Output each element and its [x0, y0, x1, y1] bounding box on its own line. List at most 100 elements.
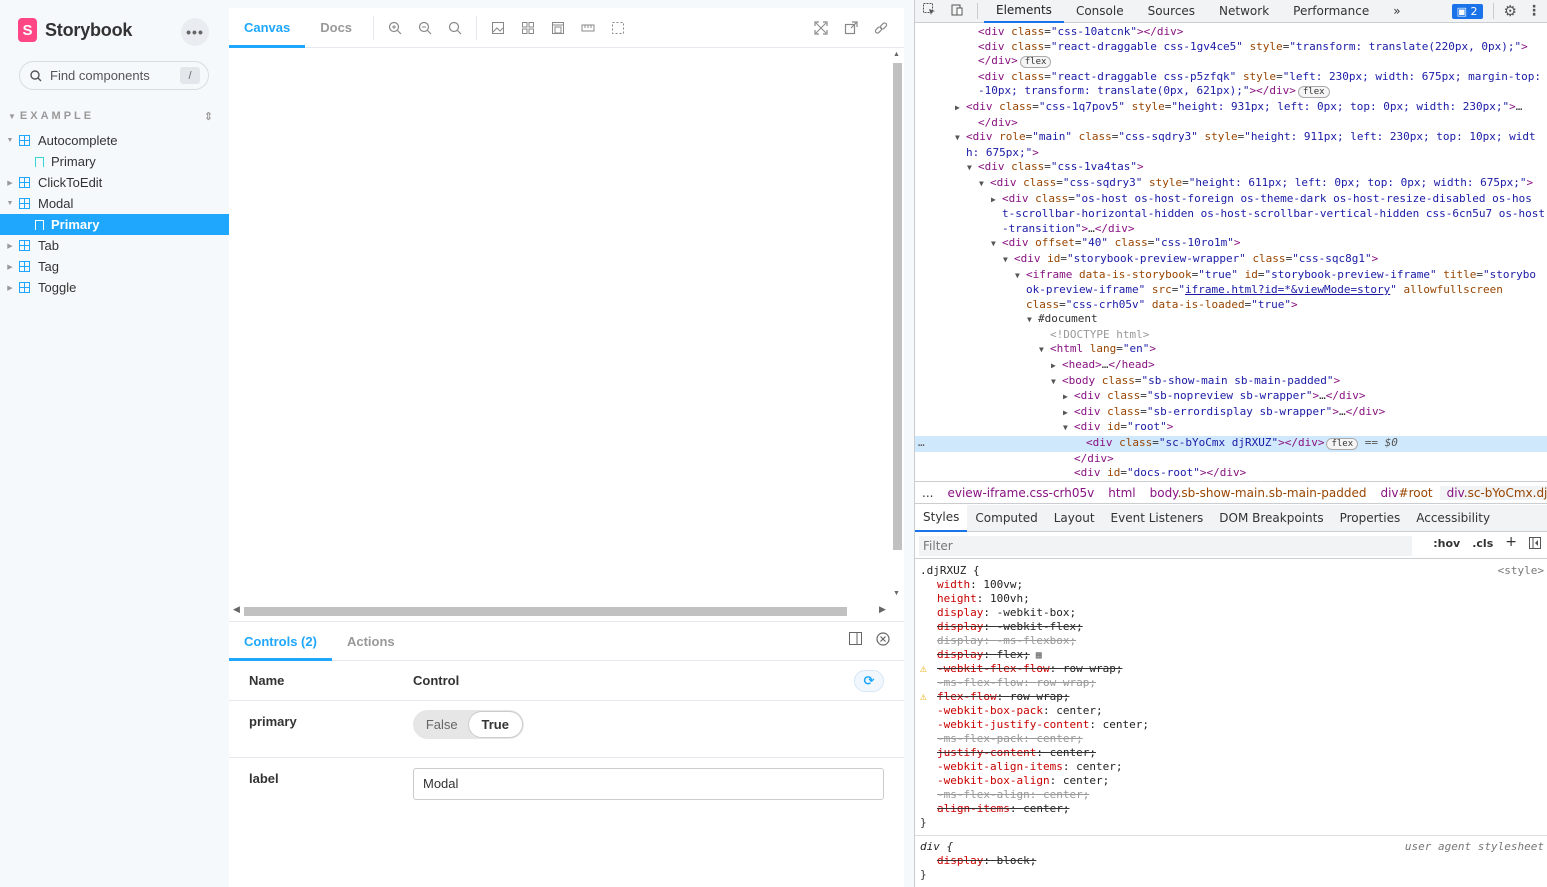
story-canvas[interactable]: ▲ ▼ ◀ ▶	[229, 48, 904, 621]
breadcrumb-item[interactable]: div#root	[1373, 486, 1439, 500]
dom-node[interactable]: ▼ <div id="storybook-preview-wrapper" cla…	[915, 252, 1547, 268]
hover-state-toggle[interactable]: :hov	[1433, 537, 1460, 552]
css-declaration[interactable]: height: 100vh;	[915, 592, 1547, 606]
dom-node[interactable]: h: 675px;">	[915, 146, 1547, 161]
property-name[interactable]: display	[937, 620, 983, 633]
property-value[interactable]: flex;	[997, 648, 1030, 661]
class-toggle[interactable]: .cls	[1472, 537, 1493, 552]
dom-node[interactable]: ▼ <div id="root">	[915, 420, 1547, 436]
scrollbar-thumb[interactable]	[893, 63, 902, 550]
grid-icon[interactable]	[513, 13, 543, 43]
property-name[interactable]: -ms-flex-align	[937, 788, 1030, 801]
devtools-tab-performance[interactable]: Performance	[1281, 0, 1381, 23]
expand-right-icon[interactable]: ▶	[1051, 359, 1062, 374]
expand-down-icon[interactable]: ▼	[991, 237, 1002, 252]
scroll-up-icon[interactable]: ▲	[893, 51, 900, 58]
sidebar-component-item[interactable]: ▼ Modal	[0, 193, 229, 214]
expand-collapse-icon[interactable]: ⇕	[204, 110, 213, 123]
dom-node[interactable]: <div class="react-draggable css-p5zfqk" …	[915, 70, 1547, 85]
styles-subtab-layout[interactable]: Layout	[1046, 505, 1103, 532]
open-new-tab-icon[interactable]	[836, 13, 866, 43]
dom-node[interactable]: </div>	[915, 116, 1547, 131]
property-name[interactable]: justify-content	[937, 746, 1036, 759]
scroll-right-icon[interactable]: ▶	[879, 604, 886, 615]
reset-controls-button[interactable]: ⟳	[854, 670, 884, 692]
property-name[interactable]: -webkit-align-items	[937, 760, 1063, 773]
property-value[interactable]: 100vw;	[983, 578, 1023, 591]
dom-node[interactable]: ▼ #document	[915, 312, 1547, 328]
property-name[interactable]: display	[937, 854, 983, 867]
breadcrumb-item[interactable]: html	[1101, 486, 1142, 500]
dom-node[interactable]: ▼ <iframe data-is-storybook="true" id="st…	[915, 268, 1547, 284]
new-rule-icon[interactable]: +	[1505, 534, 1517, 552]
expand-down-icon[interactable]: ▼	[1003, 253, 1014, 268]
styles-subtab-properties[interactable]: Properties	[1332, 505, 1409, 532]
false-option[interactable]: False	[415, 712, 469, 737]
styles-pane[interactable]: .djRXUZ {<style> width: 100vw; height: 100…	[915, 564, 1547, 882]
expand-down-icon[interactable]: ▼	[1063, 421, 1074, 436]
sidebar-component-item[interactable]: ▼ Autocomplete	[0, 130, 229, 151]
sidebar-menu-button[interactable]: •••	[181, 18, 209, 46]
dom-node[interactable]: ▶ <div class="css-1q7pov5" style="height:…	[915, 100, 1547, 116]
breadcrumb-item[interactable]: body.sb-show-main.sb-main-padded	[1143, 486, 1374, 500]
devtools-tab-elements[interactable]: Elements	[984, 0, 1064, 23]
property-name[interactable]: -webkit-box-align	[937, 774, 1050, 787]
expand-down-icon[interactable]: ▼	[1039, 343, 1050, 358]
css-declaration[interactable]: -webkit-box-pack: center;	[915, 704, 1547, 718]
property-value[interactable]: -webkit-flex;	[997, 620, 1083, 633]
panel-orientation-icon[interactable]	[849, 632, 862, 649]
styles-filter-input[interactable]: Filter	[919, 535, 1412, 556]
boolean-toggle[interactable]: False True	[413, 710, 524, 739]
expand-down-icon[interactable]: ▼	[979, 177, 990, 192]
expand-down-icon[interactable]: ▼	[967, 161, 978, 176]
breadcrumb-item[interactable]: eview-iframe.css-crh05v	[940, 486, 1101, 500]
css-declaration[interactable]: -webkit-justify-content: center;	[915, 718, 1547, 732]
vertical-scrollbar[interactable]: ▲ ▼	[890, 51, 904, 602]
background-image-icon[interactable]	[483, 13, 513, 43]
inspect-element-icon[interactable]	[915, 2, 943, 20]
expand-down-icon[interactable]: ▼	[1051, 375, 1062, 390]
sidebar-section-header[interactable]: ▼ EXAMPLE ⇕	[8, 110, 213, 123]
dom-node[interactable]: ▼ <div role="main" class="css-sqdry3" sty…	[915, 130, 1547, 146]
sidebar-story-item[interactable]: Primary	[0, 214, 229, 235]
css-declaration[interactable]: align-items: center;	[915, 802, 1547, 816]
scroll-down-icon[interactable]: ▼	[893, 590, 900, 597]
css-declaration[interactable]: ⚠ -webkit-flex-flow: row wrap;	[915, 662, 1547, 676]
css-declaration[interactable]: display: block;	[915, 854, 1547, 868]
property-name[interactable]: align-items	[937, 802, 1010, 815]
devtools-tab-sources[interactable]: Sources	[1136, 0, 1207, 23]
property-value[interactable]: center;	[1036, 732, 1082, 745]
styles-subtab-computed[interactable]: Computed	[967, 505, 1045, 532]
settings-gear-icon[interactable]: ⚙	[1504, 2, 1517, 20]
breadcrumb-item[interactable]: div.sc-bYoCmx.djRXUZ	[1439, 485, 1547, 500]
breadcrumb-overflow[interactable]: ...	[915, 486, 940, 500]
property-value[interactable]: center;	[1050, 746, 1096, 759]
property-value[interactable]: 100vh;	[990, 592, 1030, 605]
flexbox-editor-icon[interactable]: ▦	[1030, 650, 1042, 661]
expand-right-icon[interactable]: ▶	[1063, 390, 1074, 405]
dom-node[interactable]: <div id="docs-root"></div>	[915, 466, 1547, 480]
dom-node[interactable]: ▼ <div class="css-1va4tas">	[915, 160, 1547, 176]
property-value[interactable]: center;	[1063, 774, 1109, 787]
dom-node[interactable]: </div>	[915, 452, 1547, 467]
property-name[interactable]: height	[937, 592, 977, 605]
sidebar-component-item[interactable]: ▶ Tab	[0, 235, 229, 256]
expand-right-icon[interactable]: ▶	[1063, 406, 1074, 421]
scrollbar-thumb[interactable]	[244, 607, 847, 616]
dom-node[interactable]: ▼ <body class="sb-show-main sb-main-padde…	[915, 374, 1547, 390]
styles-subtab-accessibility[interactable]: Accessibility	[1408, 505, 1498, 532]
property-name[interactable]: display	[937, 634, 983, 647]
styles-subtab-dom-breakpoints[interactable]: DOM Breakpoints	[1211, 505, 1331, 532]
tab-controls[interactable]: Controls (2)	[229, 622, 332, 661]
horizontal-scrollbar[interactable]: ◀ ▶	[229, 604, 890, 618]
expand-down-icon[interactable]: ▼	[955, 131, 966, 146]
css-declaration[interactable]: width: 100vw;	[915, 578, 1547, 592]
dom-node[interactable]: <div class="react-draggable css-1gv4ce5"…	[915, 40, 1547, 55]
css-declaration[interactable]: display: -webkit-flex;	[915, 620, 1547, 634]
zoom-out-icon[interactable]	[410, 13, 440, 43]
css-declaration[interactable]: -ms-flex-align: center;	[915, 788, 1547, 802]
close-panel-icon[interactable]	[876, 632, 890, 649]
property-value[interactable]: center;	[1103, 718, 1149, 731]
property-value[interactable]: center;	[1076, 760, 1122, 773]
fullscreen-icon[interactable]	[806, 13, 836, 43]
